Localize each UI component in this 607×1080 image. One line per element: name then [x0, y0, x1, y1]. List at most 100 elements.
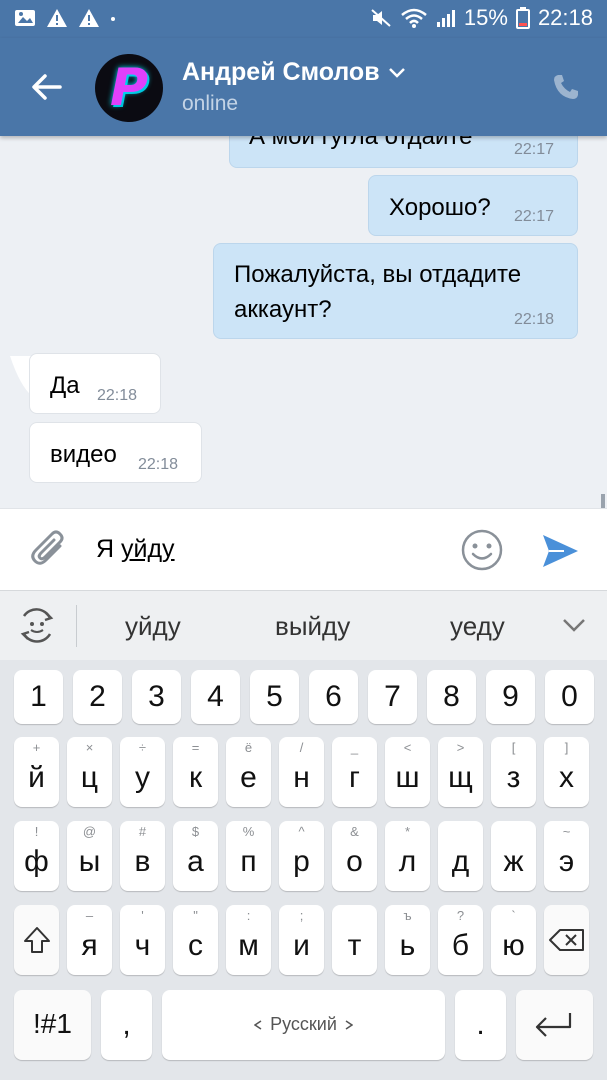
avatar[interactable]: P — [95, 54, 163, 122]
emoji-icon[interactable] — [460, 528, 504, 572]
arrow-right-icon — [345, 1019, 353, 1030]
message-text-line-1: Пожалуйста, вы отдадите — [234, 261, 522, 288]
key-р[interactable]: ^ р — [279, 821, 324, 891]
key-л[interactable]: * л — [385, 821, 430, 891]
notification-icons — [14, 8, 116, 28]
message-bubble-incoming[interactable]: Да 22:18 — [29, 353, 161, 414]
message-time: 22:17 — [514, 141, 555, 158]
key-к[interactable]: = к — [173, 737, 218, 807]
contact-name: Андрей Смолов — [182, 58, 380, 86]
keyboard-mode-icon[interactable] — [16, 606, 58, 646]
attach-paperclip-icon[interactable] — [30, 529, 68, 571]
key-1[interactable]: 1 — [14, 670, 63, 724]
message-time: 22:18 — [97, 387, 138, 404]
clock: 22:18 — [537, 5, 593, 30]
keyboard-suggestion-strip: уйду выйду уеду — [0, 590, 607, 660]
key-н[interactable]: / н — [279, 737, 324, 807]
battery-icon — [515, 7, 530, 29]
key-ц[interactable]: × ц — [67, 737, 112, 807]
enter-key[interactable] — [516, 990, 593, 1060]
key-ж[interactable]: ж — [491, 821, 536, 891]
shift-key[interactable] — [14, 905, 59, 975]
send-icon[interactable] — [540, 531, 580, 571]
chevron-down-icon[interactable] — [560, 615, 588, 635]
key-б[interactable]: ? б — [438, 905, 483, 975]
symbols-key[interactable]: !#1 — [14, 990, 91, 1060]
signal-icon — [436, 10, 455, 27]
key-э[interactable]: ~ э — [544, 821, 589, 891]
warning-icon — [47, 9, 67, 27]
key-ш[interactable]: < ш — [385, 737, 430, 807]
chevron-down-icon — [388, 67, 405, 78]
key-ф[interactable]: ! ф — [14, 821, 59, 891]
message-text: Да — [50, 372, 80, 399]
suggestion-3[interactable]: уеду — [450, 611, 505, 642]
period-key[interactable]: . — [455, 990, 506, 1060]
message-bubble-incoming[interactable]: видео 22:18 — [29, 422, 202, 483]
key-5[interactable]: 5 — [250, 670, 299, 724]
key-в[interactable]: # в — [120, 821, 165, 891]
message-text-line-2: аккаунт? — [234, 296, 332, 323]
battery-percent: 15% — [463, 5, 508, 30]
key-г[interactable]: _ г — [332, 737, 377, 807]
divider — [76, 605, 77, 647]
key-3[interactable]: 3 — [132, 670, 181, 724]
key-щ[interactable]: > щ — [438, 737, 483, 807]
key-д[interactable]: д — [438, 821, 483, 891]
wifi-icon — [401, 8, 427, 28]
shift-icon — [24, 927, 50, 953]
scrollbar[interactable] — [601, 494, 605, 508]
backspace-icon — [549, 929, 584, 951]
message-input[interactable]: Я уйду — [96, 535, 175, 564]
key-т[interactable]: т — [332, 905, 377, 975]
suggestion-2[interactable]: выйду — [275, 611, 350, 642]
key-п[interactable]: % п — [226, 821, 271, 891]
gallery-icon — [15, 10, 35, 26]
dot-icon — [111, 17, 115, 21]
message-bubble-outgoing[interactable]: Пожалуйста, вы отдадите аккаунт? 22:18 — [213, 243, 578, 339]
input-text-composing: уйду — [121, 535, 175, 563]
key-е[interactable]: ёе — [226, 737, 271, 807]
key-ь[interactable]: ъь — [385, 905, 430, 975]
key-9[interactable]: 9 — [486, 670, 535, 724]
warning-icon-2 — [79, 9, 99, 27]
suggestion-1[interactable]: уйду — [125, 611, 181, 642]
message-time: 22:18 — [138, 456, 179, 473]
message-time: 22:17 — [514, 208, 555, 225]
enter-icon — [535, 1013, 572, 1037]
key-о[interactable]: & о — [332, 821, 377, 891]
key-2[interactable]: 2 — [73, 670, 122, 724]
key-ы[interactable]: @ ы — [67, 821, 112, 891]
key-я[interactable]: – я — [67, 905, 112, 975]
input-text-plain: Я — [96, 535, 121, 563]
message-bubble-outgoing[interactable]: А мои гугла отдайте 22:17 — [229, 136, 578, 168]
key-ч[interactable]: ' ч — [120, 905, 165, 975]
key-м[interactable]: :м — [226, 905, 271, 975]
message-bubble-outgoing[interactable]: Хорошо? 22:17 — [368, 175, 578, 236]
back-arrow-icon[interactable] — [28, 68, 66, 106]
key-а[interactable]: $ а — [173, 821, 218, 891]
message-list[interactable]: А мои гугла отдайте 22:17 Хорошо? 22:17 … — [0, 136, 607, 508]
comma-key[interactable]: , — [101, 990, 152, 1060]
key-и[interactable]: ; и — [279, 905, 324, 975]
message-time: 22:18 — [514, 311, 555, 328]
key-х[interactable]: ] х — [544, 737, 589, 807]
mute-icon — [371, 9, 391, 27]
key-8[interactable]: 8 — [427, 670, 476, 724]
space-key[interactable]: Русский — [162, 990, 445, 1060]
key-с[interactable]: " с — [173, 905, 218, 975]
key-з[interactable]: [з — [491, 737, 536, 807]
key-0[interactable]: 0 — [545, 670, 594, 724]
key-ю[interactable]: ` ю — [491, 905, 536, 975]
key-4[interactable]: 4 — [191, 670, 240, 724]
contact-name-button[interactable]: Андрей Смолов — [182, 58, 406, 87]
phone-call-icon[interactable] — [551, 72, 581, 102]
key-7[interactable]: 7 — [368, 670, 417, 724]
key-у[interactable]: ÷ у — [120, 737, 165, 807]
message-text: Хорошо? — [389, 194, 491, 221]
space-language-label: Русский — [270, 1014, 337, 1034]
backspace-key[interactable] — [544, 905, 589, 975]
key-й[interactable]: + й — [14, 737, 59, 807]
key-6[interactable]: 6 — [309, 670, 358, 724]
arrow-left-icon — [254, 1019, 262, 1030]
